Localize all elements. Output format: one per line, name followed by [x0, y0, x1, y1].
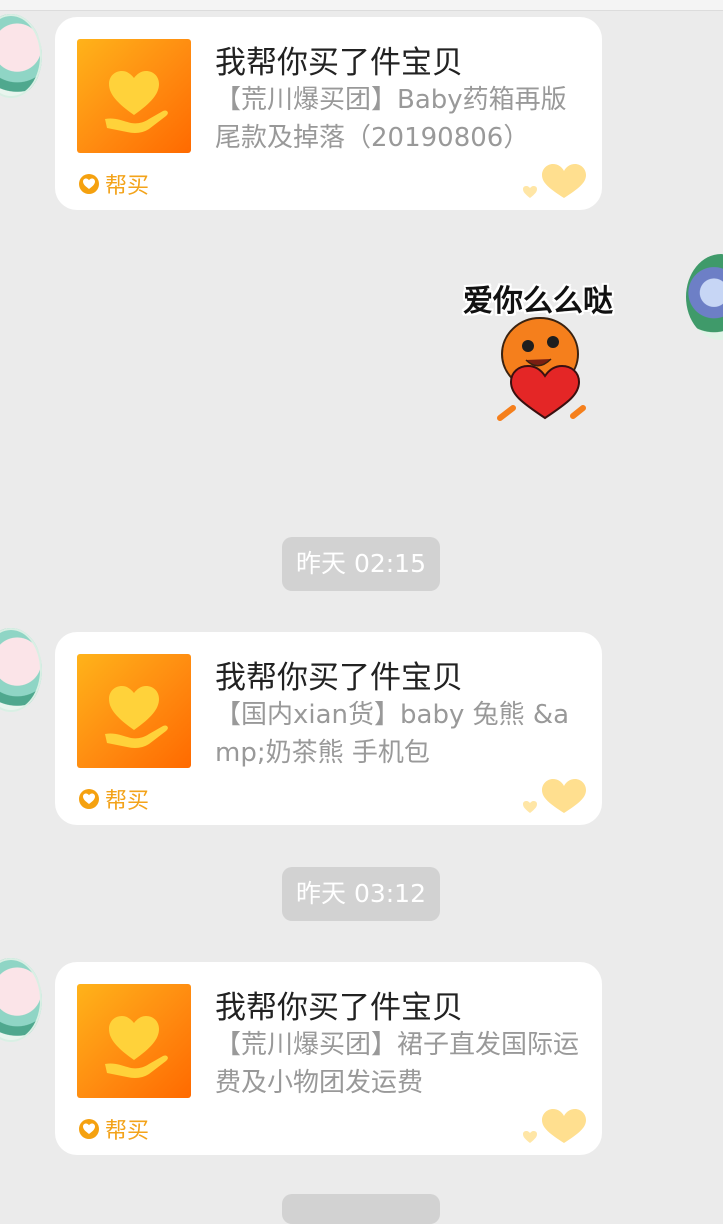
love-sticker[interactable]: 爱你么么哒	[463, 276, 648, 436]
card-description: 【荒川爆买团】Baby药箱再版尾款及掉落（20190806）	[215, 85, 567, 153]
gift-thumbnail	[77, 39, 191, 153]
orange-heart-character-icon	[497, 317, 586, 421]
timestamp-pill: 昨天 02:15	[282, 537, 440, 591]
sender-avatar[interactable]	[0, 958, 42, 1042]
timestamp-pill: 昨天 03:12	[282, 867, 440, 921]
card-description: 【荒川爆买团】裙子直发国际运费及小物团发运费	[215, 1030, 580, 1098]
hearts-decoration-icon	[523, 1109, 586, 1143]
my-avatar[interactable]	[686, 254, 723, 340]
gift-card-1[interactable]: 我帮你买了件宝贝 【荒川爆买团】Baby药箱再版尾款及掉落（20190806） …	[55, 17, 602, 210]
gift-thumbnail	[77, 984, 191, 1098]
card-description: 【国内xian货】baby 兔熊 &amp;奶茶熊 手机包	[215, 700, 570, 768]
heart-hand-icon	[105, 71, 168, 133]
heart-badge-icon	[79, 789, 99, 809]
heart-badge-icon	[79, 1119, 99, 1139]
card-tag-label: 帮买	[105, 1119, 150, 1144]
hearts-decoration-icon	[523, 164, 586, 198]
card-tag: 帮买	[79, 168, 149, 200]
card-title: 我帮你买了件宝贝	[215, 660, 463, 696]
card-tag-label: 帮买	[105, 174, 150, 199]
heart-badge-icon	[79, 174, 99, 194]
card-tag: 帮买	[79, 1113, 149, 1145]
timestamp-pill-partial	[282, 1194, 440, 1224]
gift-card-2[interactable]: 我帮你买了件宝贝 【国内xian货】baby 兔熊 &amp;奶茶熊 手机包 帮…	[55, 632, 602, 825]
card-title: 我帮你买了件宝贝	[215, 990, 463, 1026]
heart-hand-icon	[105, 686, 168, 748]
heart-hand-icon	[105, 1016, 168, 1078]
sender-avatar[interactable]	[0, 628, 42, 712]
card-title: 我帮你买了件宝贝	[215, 45, 463, 81]
gift-thumbnail	[77, 654, 191, 768]
sender-avatar[interactable]	[0, 14, 42, 98]
hearts-decoration-icon	[523, 779, 586, 813]
top-divider	[0, 0, 723, 11]
gift-card-3[interactable]: 我帮你买了件宝贝 【荒川爆买团】裙子直发国际运费及小物团发运费 帮买	[55, 962, 602, 1155]
card-tag: 帮买	[79, 783, 149, 815]
card-tag-label: 帮买	[105, 789, 150, 814]
